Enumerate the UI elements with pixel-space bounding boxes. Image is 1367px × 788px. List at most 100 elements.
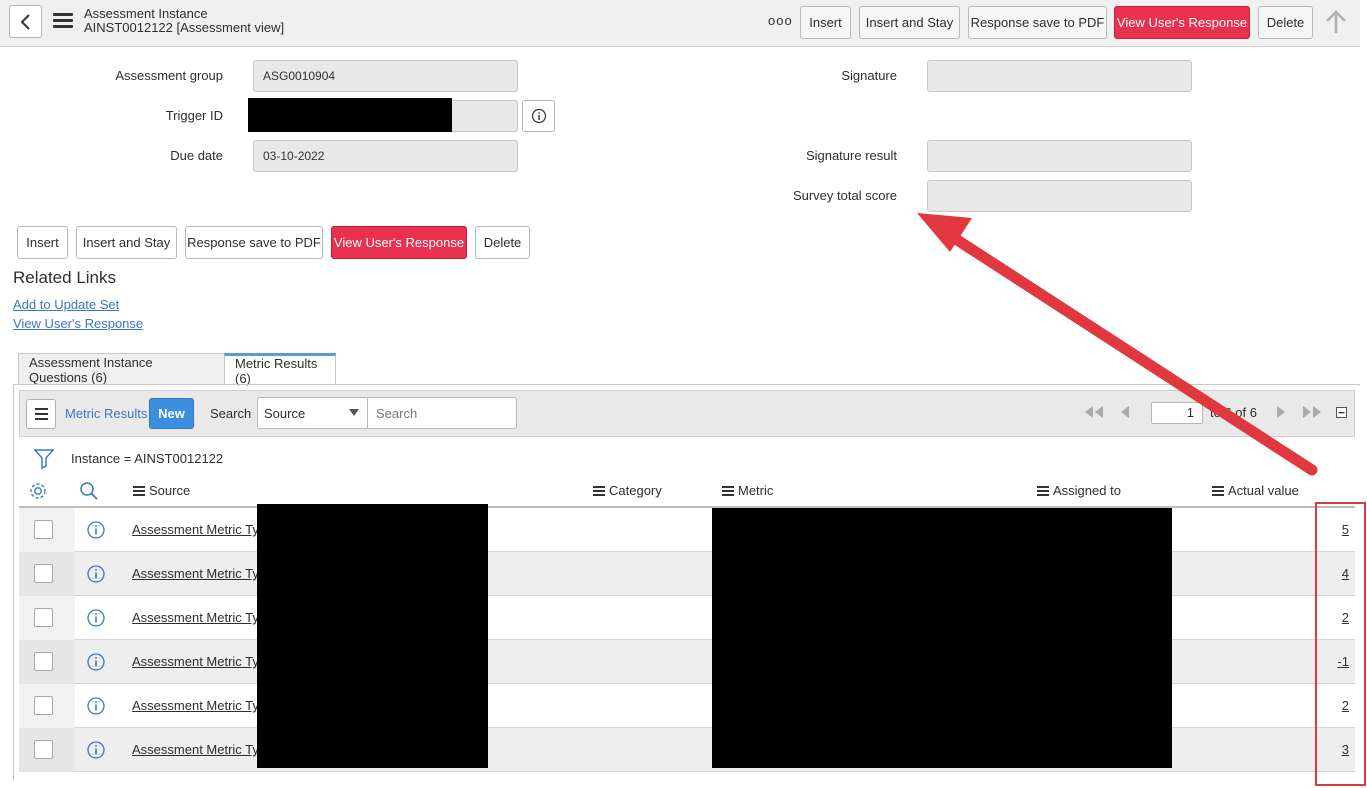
info-icon[interactable] [86, 696, 106, 716]
header-delete-button[interactable]: Delete [1258, 6, 1313, 39]
list-frame [13, 384, 14, 781]
header-insert-button[interactable]: Insert [800, 6, 851, 39]
page-number-input[interactable]: 1 [1151, 402, 1203, 424]
insert-stay-button[interactable]: Insert and Stay [76, 226, 177, 259]
more-options-icon[interactable]: ooo [768, 13, 793, 28]
column-menu-icon [722, 485, 734, 496]
source-link[interactable]: Assessment Metric Type [132, 610, 273, 625]
info-icon[interactable] [86, 564, 106, 584]
search-icon[interactable] [79, 481, 99, 501]
redacted-block [712, 508, 1172, 768]
list-title[interactable]: Metric Results [65, 406, 147, 421]
trigger-info-button[interactable] [522, 100, 555, 132]
column-label: Source [149, 483, 191, 498]
prev-page-icon[interactable] [1119, 405, 1131, 419]
view-user-response-link[interactable]: View User's Response [13, 316, 143, 331]
first-page-icon[interactable] [1082, 405, 1106, 419]
column-label: Metric [738, 483, 774, 498]
column-label: Actual value [1228, 483, 1299, 498]
search-field-select[interactable]: Source [257, 397, 368, 429]
row-select-cell [19, 552, 75, 596]
signature-field[interactable] [927, 60, 1192, 92]
column-header-assigned-to[interactable]: Assigned to [1037, 483, 1121, 498]
info-icon[interactable] [86, 652, 106, 672]
row-select-cell [19, 596, 75, 640]
form-title: Assessment Instance [84, 6, 208, 21]
row-select-cell [19, 508, 75, 552]
column-header-source[interactable]: Source [133, 483, 190, 498]
column-header-category[interactable]: Category [593, 483, 662, 498]
source-link[interactable]: Assessment Metric Type [132, 654, 273, 669]
tab-metric-results[interactable]: Metric Results (6) [224, 353, 336, 386]
row-checkbox[interactable] [34, 608, 53, 627]
last-page-icon[interactable] [1300, 405, 1324, 419]
info-icon[interactable] [86, 520, 106, 540]
row-checkbox[interactable] [34, 652, 53, 671]
info-icon [531, 108, 546, 124]
form-menu-icon[interactable] [53, 13, 73, 29]
add-to-update-set-link[interactable]: Add to Update Set [13, 297, 119, 312]
redacted-block [257, 504, 488, 768]
column-label: Assigned to [1053, 483, 1121, 498]
annotation-highlight-box [1315, 502, 1366, 786]
page-range-text: to 6 of 6 [1210, 405, 1257, 420]
survey-total-score-label: Survey total score [792, 188, 897, 203]
signature-label: Signature [841, 68, 897, 83]
row-select-cell [19, 640, 75, 684]
header-insert-stay-button[interactable]: Insert and Stay [859, 6, 960, 39]
row-checkbox[interactable] [34, 740, 53, 759]
row-select-cell [19, 728, 75, 772]
tab-divider [13, 384, 1360, 385]
related-links-title: Related Links [13, 268, 117, 287]
row-checkbox[interactable] [34, 564, 53, 583]
column-header-metric[interactable]: Metric [722, 483, 773, 498]
form-header: Assessment Instance AINST0012122 [Assess… [0, 0, 1360, 47]
trigger-id-label: Trigger ID [165, 108, 223, 123]
row-checkbox[interactable] [34, 696, 53, 715]
redacted-block [248, 98, 452, 132]
column-header-actual-value[interactable]: Actual value [1212, 483, 1299, 498]
column-menu-icon [1212, 485, 1224, 496]
search-field-value: Source [264, 405, 306, 421]
form-subtitle: AINST0012122 [Assessment view] [84, 20, 285, 35]
signature-result-field[interactable] [927, 140, 1192, 172]
source-link[interactable]: Assessment Metric Type [132, 698, 273, 713]
column-label: Category [609, 483, 662, 498]
gear-icon[interactable] [28, 481, 48, 501]
source-link[interactable]: Assessment Metric Type [132, 566, 273, 581]
list-menu-button[interactable] [26, 399, 56, 429]
assessment-group-label: Assessment group [115, 68, 223, 83]
info-icon[interactable] [86, 740, 106, 760]
due-date-field[interactable]: 03-10-2022 [253, 140, 518, 172]
chevron-left-icon [20, 13, 30, 30]
source-link[interactable]: Assessment Metric Type [132, 522, 273, 537]
row-select-cell [19, 684, 75, 728]
insert-button[interactable]: Insert [17, 226, 68, 259]
view-response-button[interactable]: View User's Response [331, 226, 467, 259]
source-link[interactable]: Assessment Metric Type [132, 742, 273, 757]
column-menu-icon [1037, 485, 1049, 496]
collapse-icon[interactable] [1336, 407, 1347, 418]
info-icon[interactable] [86, 608, 106, 628]
search-label: Search [210, 406, 252, 421]
back-button[interactable] [9, 5, 42, 38]
header-view-response-button[interactable]: View User's Response [1114, 6, 1250, 39]
survey-total-score-field[interactable] [927, 180, 1192, 212]
search-input[interactable] [367, 397, 517, 429]
caret-down-icon [349, 409, 359, 416]
due-date-label: Due date [170, 148, 223, 163]
column-menu-icon [593, 485, 605, 496]
next-page-icon[interactable] [1275, 405, 1287, 419]
column-menu-icon [133, 485, 145, 496]
delete-button[interactable]: Delete [475, 226, 530, 259]
row-checkbox[interactable] [34, 520, 53, 539]
tab-assessment-questions[interactable]: Assessment Instance Questions (6) [18, 353, 225, 385]
assessment-group-field[interactable]: ASG0010904 [253, 60, 518, 92]
filter-breadcrumb[interactable]: Instance = AINST0012122 [71, 451, 223, 466]
signature-result-label: Signature result [805, 148, 897, 163]
new-button[interactable]: New [149, 398, 194, 429]
filter-icon[interactable] [34, 448, 54, 470]
header-save-pdf-button[interactable]: Response save to PDF [968, 6, 1107, 39]
save-pdf-button[interactable]: Response save to PDF [185, 226, 323, 259]
arrow-up-icon[interactable] [1324, 9, 1348, 35]
